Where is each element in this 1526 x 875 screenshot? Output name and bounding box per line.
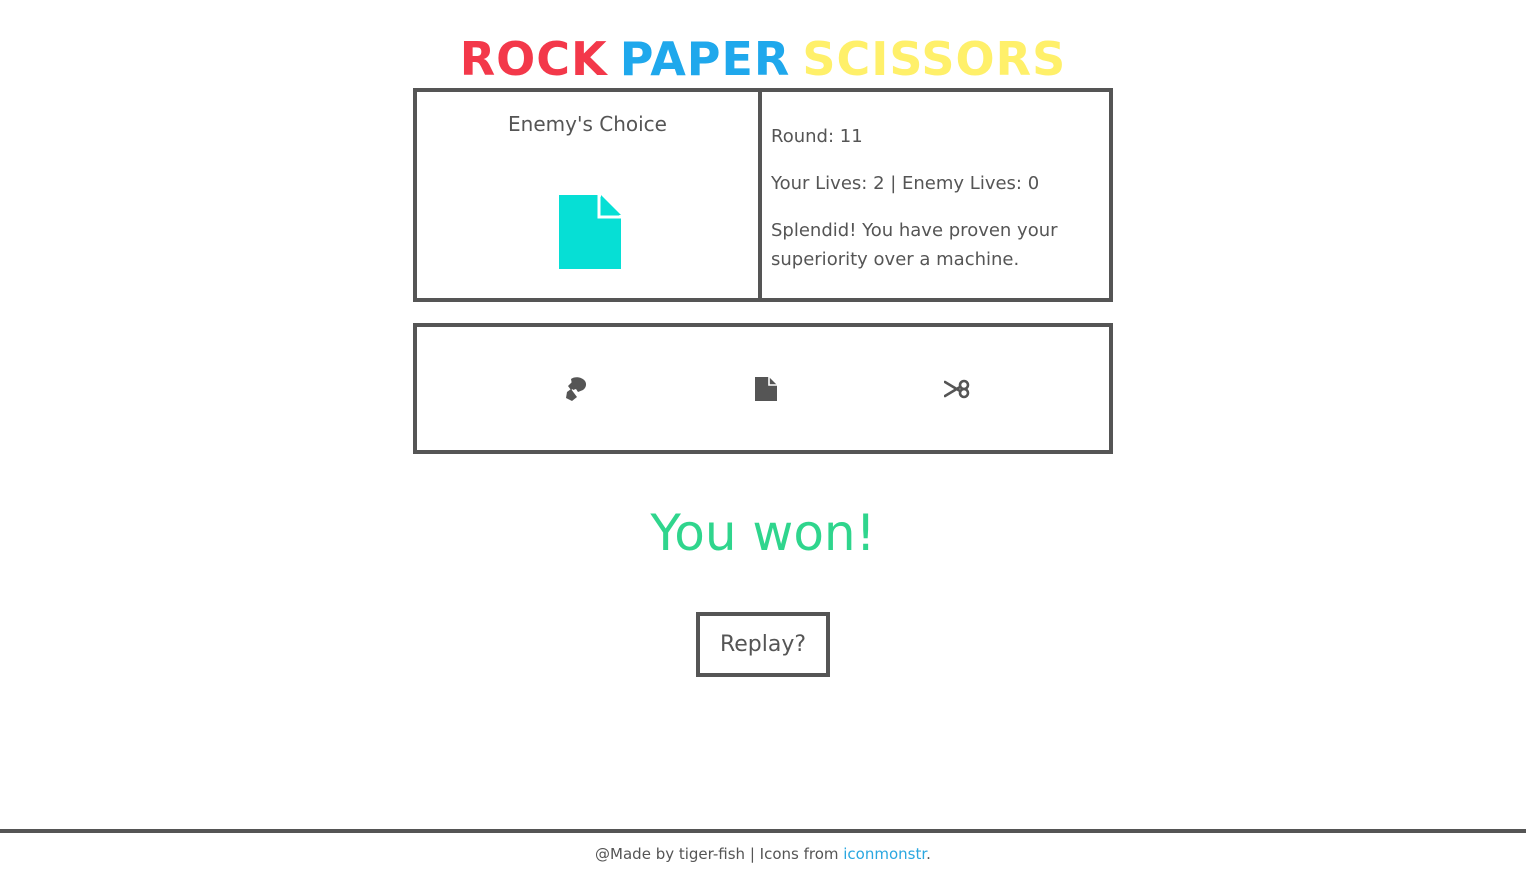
round-counter: Round: 11 <box>771 126 863 147</box>
title-word-paper: PAPER <box>619 31 791 86</box>
lives-counter: Your Lives: 2 | Enemy Lives: 0 <box>771 173 1040 194</box>
player-choices <box>413 323 1113 454</box>
result-message: You won! <box>650 504 876 562</box>
footer-credit: @Made by tiger-fish | Icons from <box>595 845 844 863</box>
title-word-rock: ROCK <box>459 31 608 86</box>
enemy-panel: Enemy's Choice <box>417 92 762 298</box>
scissors-button[interactable] <box>939 372 975 406</box>
scissors-icon <box>944 379 970 399</box>
footer-period: . <box>926 845 931 863</box>
enemy-choice-label: Enemy's Choice <box>508 112 667 136</box>
paper-icon <box>559 195 621 269</box>
paper-icon <box>755 377 777 401</box>
footer: @Made by tiger-fish | Icons from iconmon… <box>0 829 1526 863</box>
rock-icon <box>566 377 587 401</box>
game-board: Enemy's Choice Round: 11 Your Lives: 2 |… <box>413 88 1113 302</box>
replay-button[interactable]: Replay? <box>696 612 830 677</box>
game-title: ROCK PAPER SCISSORS <box>0 31 1526 87</box>
iconmonstr-link[interactable]: iconmonstr <box>843 845 926 863</box>
status-message: Splendid! You have proven your superiori… <box>771 220 1058 270</box>
status-panel: Round: 11 Your Lives: 2 | Enemy Lives: 0… <box>762 92 1109 298</box>
title-word-scissors: SCISSORS <box>802 31 1067 86</box>
rock-button[interactable] <box>557 372 593 406</box>
paper-button[interactable] <box>748 372 784 406</box>
